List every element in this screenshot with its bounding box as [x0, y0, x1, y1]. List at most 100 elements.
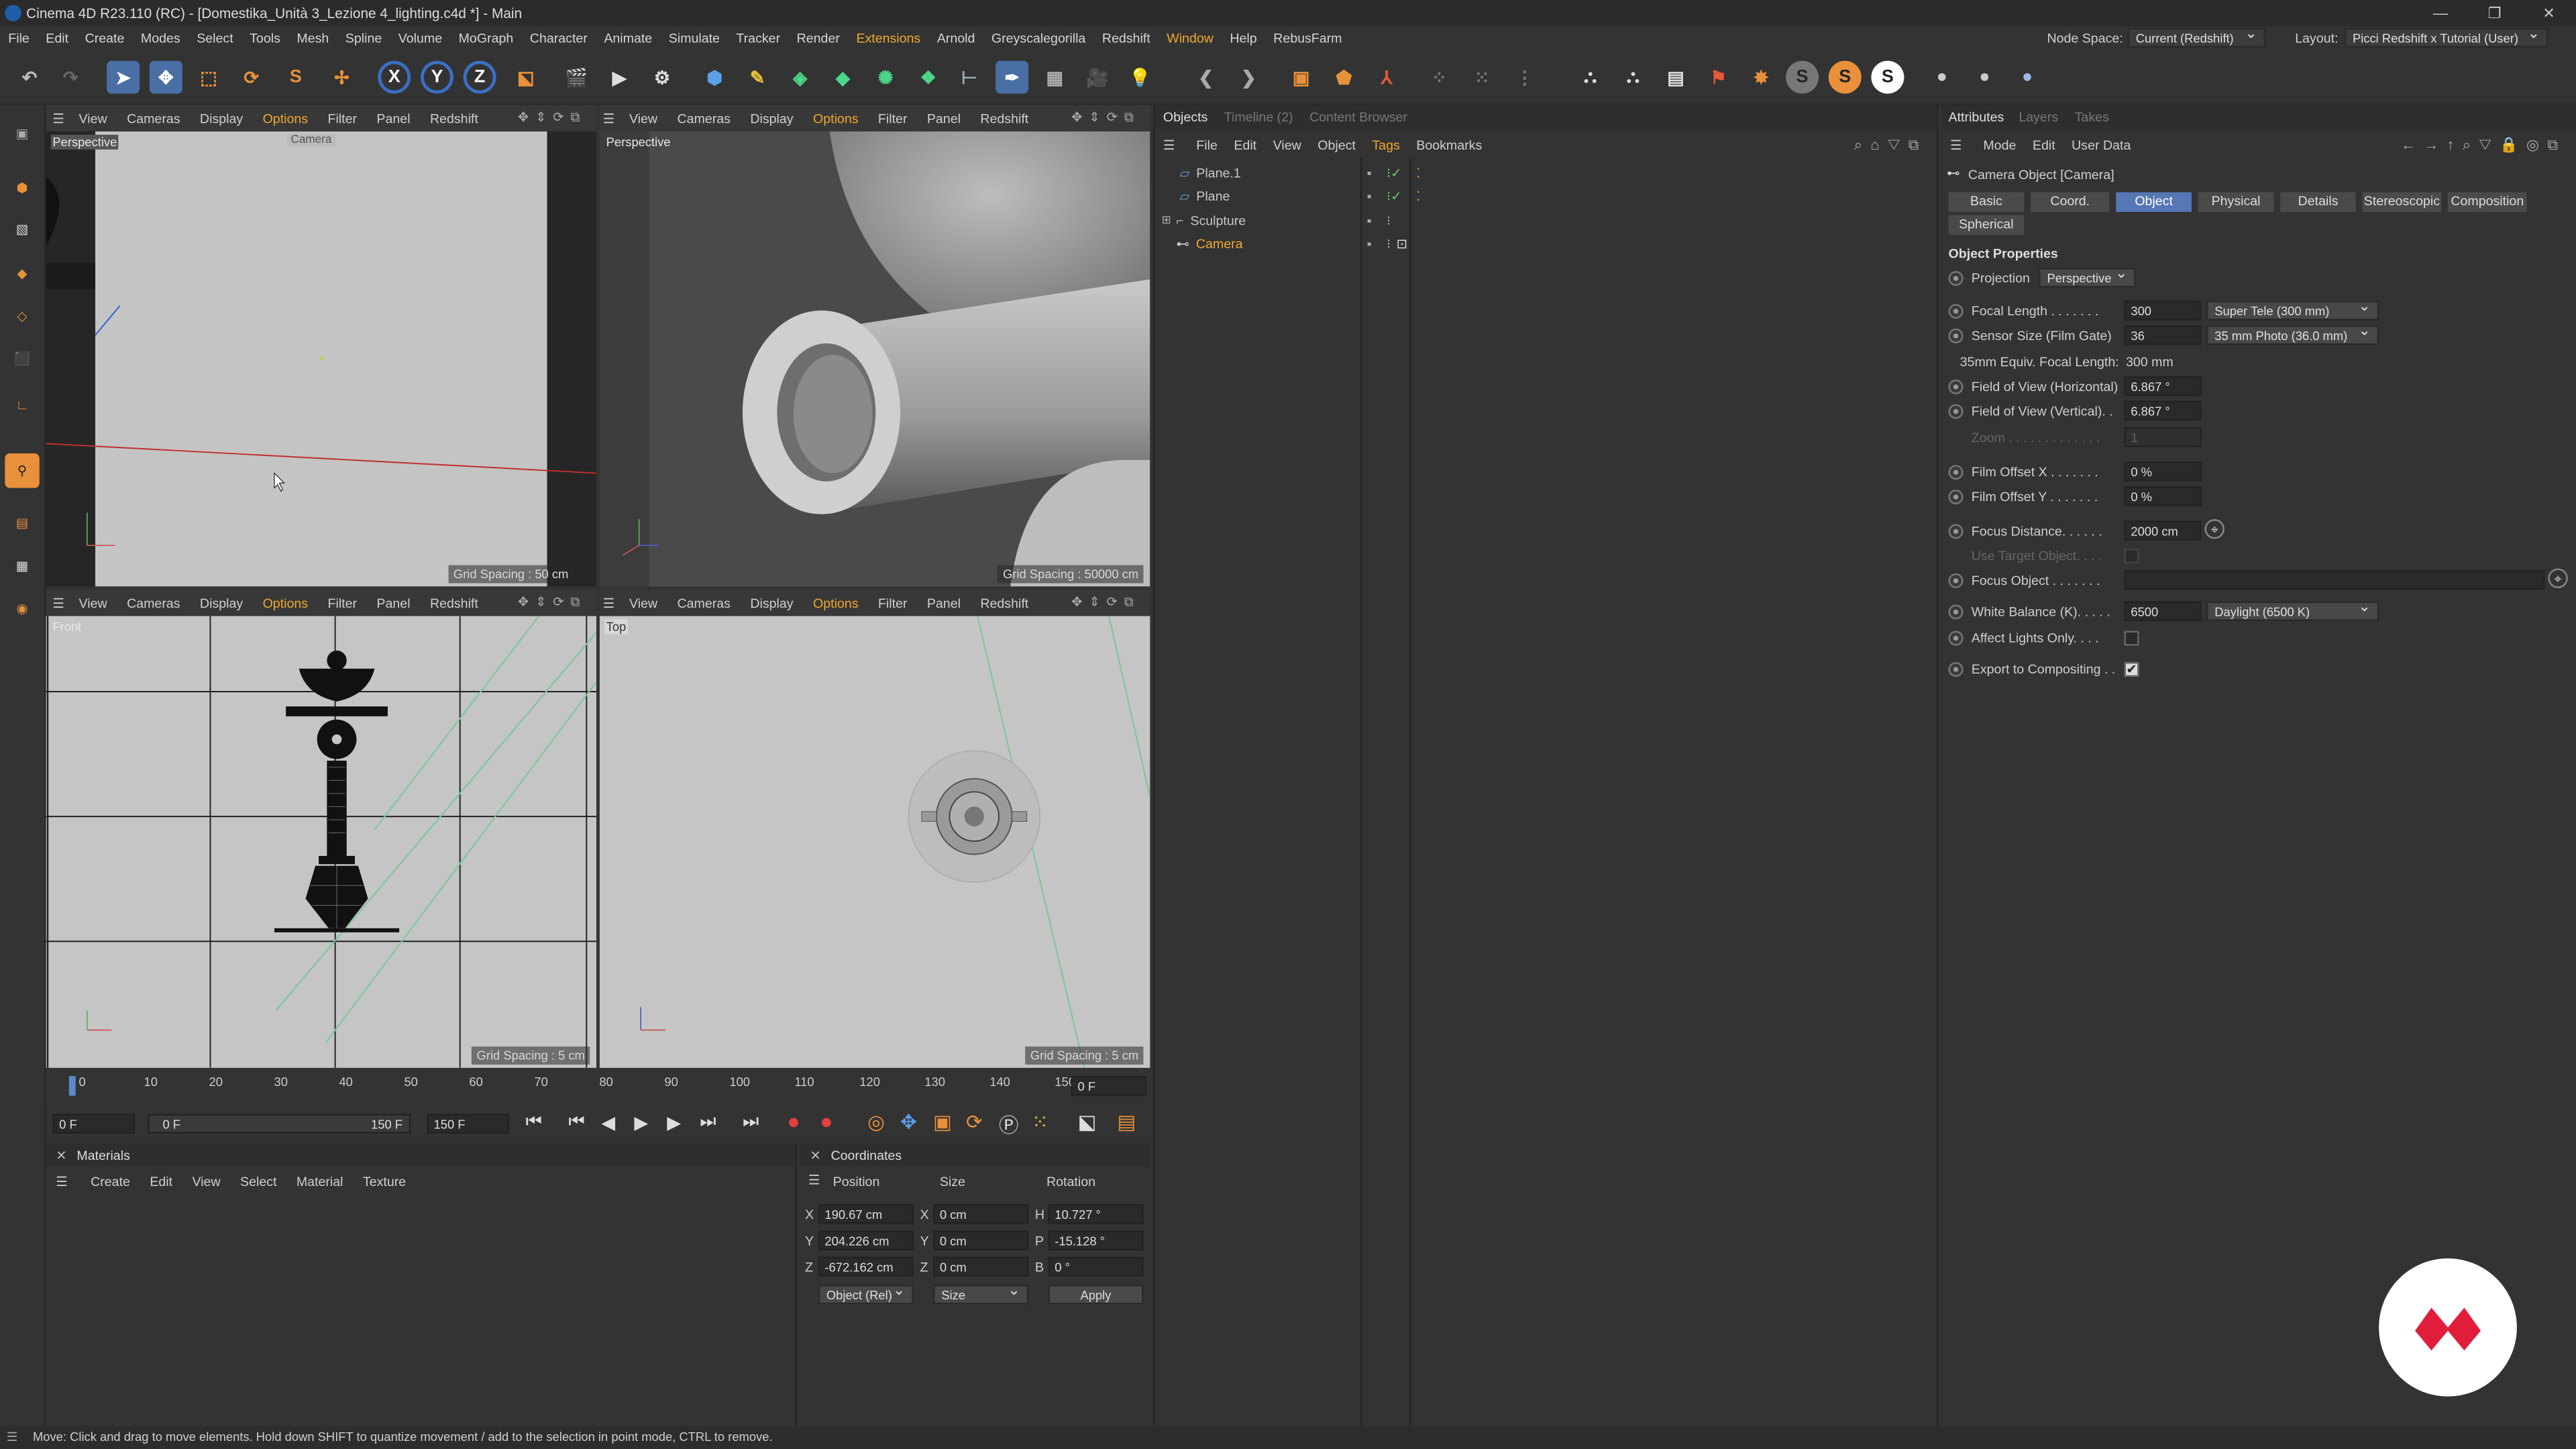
focal-length-anim-dot[interactable]: [1948, 304, 1964, 319]
focus-object-anim-dot[interactable]: [1948, 573, 1964, 588]
light-rig-icon[interactable]: ⛬: [1617, 61, 1650, 94]
object-name[interactable]: Plane.1: [1196, 165, 1240, 180]
point-level-key-icon[interactable]: ⁙: [1032, 1111, 1049, 1134]
sensor-anim-dot[interactable]: [1948, 328, 1964, 343]
visibility-toggle[interactable]: ▪: [1367, 235, 1372, 250]
grid-dots-icon[interactable]: ⁘: [1423, 61, 1456, 94]
vp1-filter-menu[interactable]: Filter: [318, 111, 367, 125]
coordinate-system-icon[interactable]: ⬕: [509, 61, 542, 94]
vp4-cameras-menu[interactable]: Cameras: [667, 596, 741, 610]
menu-select[interactable]: Select: [189, 26, 241, 51]
vp1-view-menu[interactable]: View: [69, 111, 117, 125]
tag-icon[interactable]: ⁚: [1416, 165, 1420, 180]
render-settings-icon[interactable]: ⚙: [645, 61, 678, 94]
timeline-current-frame[interactable]: 0 F: [1071, 1076, 1147, 1096]
vp4-panel-menu[interactable]: Panel: [917, 596, 971, 610]
menu-modes[interactable]: Modes: [133, 26, 189, 51]
field-icon[interactable]: ⊢: [953, 61, 985, 94]
hamburger-icon[interactable]: ☰: [52, 596, 68, 610]
close-button[interactable]: ✕: [2522, 0, 2576, 26]
pos-x-field[interactable]: 190.67 cm: [818, 1204, 914, 1224]
model-mode-icon[interactable]: ⬢: [5, 171, 39, 205]
plugin-1-icon[interactable]: ●: [1925, 61, 1958, 94]
vp3-options-menu[interactable]: Options: [253, 596, 318, 610]
size-mode-dropdown[interactable]: Size: [933, 1281, 1029, 1305]
affect-lights-anim-dot[interactable]: [1948, 631, 1964, 646]
materials-select-menu[interactable]: Select: [230, 1174, 286, 1189]
hamburger-icon[interactable]: ☰: [52, 111, 68, 125]
plugin-2-icon[interactable]: ●: [1968, 61, 2001, 94]
maximize-button[interactable]: ❐: [2467, 0, 2522, 26]
focus-distance-anim-dot[interactable]: [1948, 524, 1964, 539]
object-name[interactable]: Camera: [1196, 235, 1243, 250]
rot-p-field[interactable]: -15.128 °: [1048, 1230, 1144, 1250]
render-region-icon[interactable]: 🎬: [560, 61, 593, 94]
end-frame-field[interactable]: 150 F: [427, 1114, 510, 1134]
preview-range-slider[interactable]: 0 F 150 F: [148, 1114, 411, 1134]
autokey-icon[interactable]: ⏺: [822, 1111, 832, 1136]
menu-redshift[interactable]: Redshift: [1094, 26, 1159, 51]
subdivision-icon[interactable]: ◈: [784, 61, 816, 94]
minimize-button[interactable]: —: [2414, 0, 2468, 26]
object-name[interactable]: Sculpture: [1190, 213, 1246, 227]
attributes-userdata-menu[interactable]: User Data: [2063, 137, 2139, 152]
vp4-filter-menu[interactable]: Filter: [868, 596, 917, 610]
vp4-view-menu[interactable]: View: [619, 596, 667, 610]
move-icon[interactable]: ✥: [149, 60, 182, 94]
vp2-nav-icons[interactable]: ✥⇕⟳⧉: [1071, 110, 1140, 126]
material-icon[interactable]: ⛬: [1574, 61, 1607, 94]
edges-mode-icon[interactable]: ◇: [5, 299, 39, 333]
floor-icon[interactable]: ▦: [1038, 61, 1071, 94]
vp1-camera-tag[interactable]: Camera: [287, 134, 335, 146]
vp1-panel-menu[interactable]: Panel: [367, 111, 421, 125]
materials-view-menu[interactable]: View: [182, 1174, 231, 1189]
subtab-physical[interactable]: Physical: [2198, 192, 2274, 212]
deformer-icon[interactable]: ❖: [912, 61, 945, 94]
picture-viewer-icon[interactable]: ▤: [1659, 61, 1692, 94]
object-row-camera[interactable]: ⊷ Camera ▪ ⁝ ⊡: [1160, 231, 1932, 254]
go-to-start-icon[interactable]: ⏮: [526, 1112, 542, 1134]
redshift-icon[interactable]: ⅄: [1370, 61, 1403, 94]
script-s-white-icon[interactable]: S: [1871, 60, 1904, 94]
vp3-view-menu[interactable]: View: [69, 596, 117, 610]
tab-attributes[interactable]: Attributes: [1942, 110, 2010, 125]
focus-object-link-field[interactable]: [2124, 570, 2545, 590]
rotation-key-icon[interactable]: ⟳: [966, 1111, 983, 1134]
rot-h-field[interactable]: 10.727 °: [1048, 1204, 1144, 1224]
projection-dropdown[interactable]: Perspective: [2039, 264, 2136, 288]
record-active-icon[interactable]: ⏺: [789, 1111, 799, 1136]
camera-tag-icon[interactable]: ⊡: [1397, 235, 1407, 250]
vp4-redshift-menu[interactable]: Redshift: [971, 596, 1038, 610]
subtab-basic[interactable]: Basic: [1948, 192, 2025, 212]
affect-lights-checkbox[interactable]: [2124, 631, 2139, 646]
menu-volume[interactable]: Volume: [390, 26, 451, 51]
menu-window[interactable]: Window: [1159, 26, 1222, 51]
undo-icon[interactable]: ↶: [13, 61, 46, 94]
menu-tools[interactable]: Tools: [241, 26, 288, 51]
viewport-4[interactable]: Top Grid Spacing : 5 cm: [599, 616, 1150, 1068]
play-icon[interactable]: ▶: [634, 1112, 648, 1133]
transform-icon[interactable]: ✢: [325, 61, 358, 94]
tab-content-browser[interactable]: Content Browser: [1301, 110, 1415, 125]
object-row-plane1[interactable]: ▱ Plane.1 ▪ ⁝✓ ⁚: [1160, 161, 1932, 184]
size-y-field[interactable]: 0 cm: [933, 1230, 1029, 1250]
rs-render-icon[interactable]: ⚑: [1702, 61, 1735, 94]
timeline-ruler[interactable]: 0 10 20 30 40 50 60 70 80 90 100 110 120 130 140 150 0 …: [46, 1071, 1150, 1101]
hamburger-icon[interactable]: ☰: [1163, 137, 1175, 152]
go-to-next-key-icon[interactable]: ⏭: [700, 1112, 716, 1134]
export-compositing-anim-dot[interactable]: [1948, 661, 1964, 677]
menu-render[interactable]: Render: [788, 26, 848, 51]
objects-view-menu[interactable]: View: [1265, 137, 1309, 152]
expand-icon[interactable]: ⊞: [1161, 213, 1171, 227]
visibility-toggle[interactable]: ▪: [1367, 188, 1372, 203]
menu-tracker[interactable]: Tracker: [728, 26, 788, 51]
vp3-panel-menu[interactable]: Panel: [367, 596, 421, 610]
vp1-redshift-menu[interactable]: Redshift: [420, 111, 488, 125]
scale-icon[interactable]: ⬚: [193, 61, 225, 94]
script-s-grey-icon[interactable]: S: [1786, 60, 1819, 94]
timeline-window-icon[interactable]: ▤: [1117, 1111, 1136, 1134]
viewport-3[interactable]: Front Grid Spacing : 5 cm: [46, 616, 596, 1068]
layout-dropdown[interactable]: Picci Redshift x Tutorial (User): [2344, 25, 2548, 48]
fov-vertical-field[interactable]: 6.867 °: [2124, 400, 2202, 421]
viewport-2[interactable]: Perspective Grid Spacing : 50000 cm: [599, 131, 1150, 587]
